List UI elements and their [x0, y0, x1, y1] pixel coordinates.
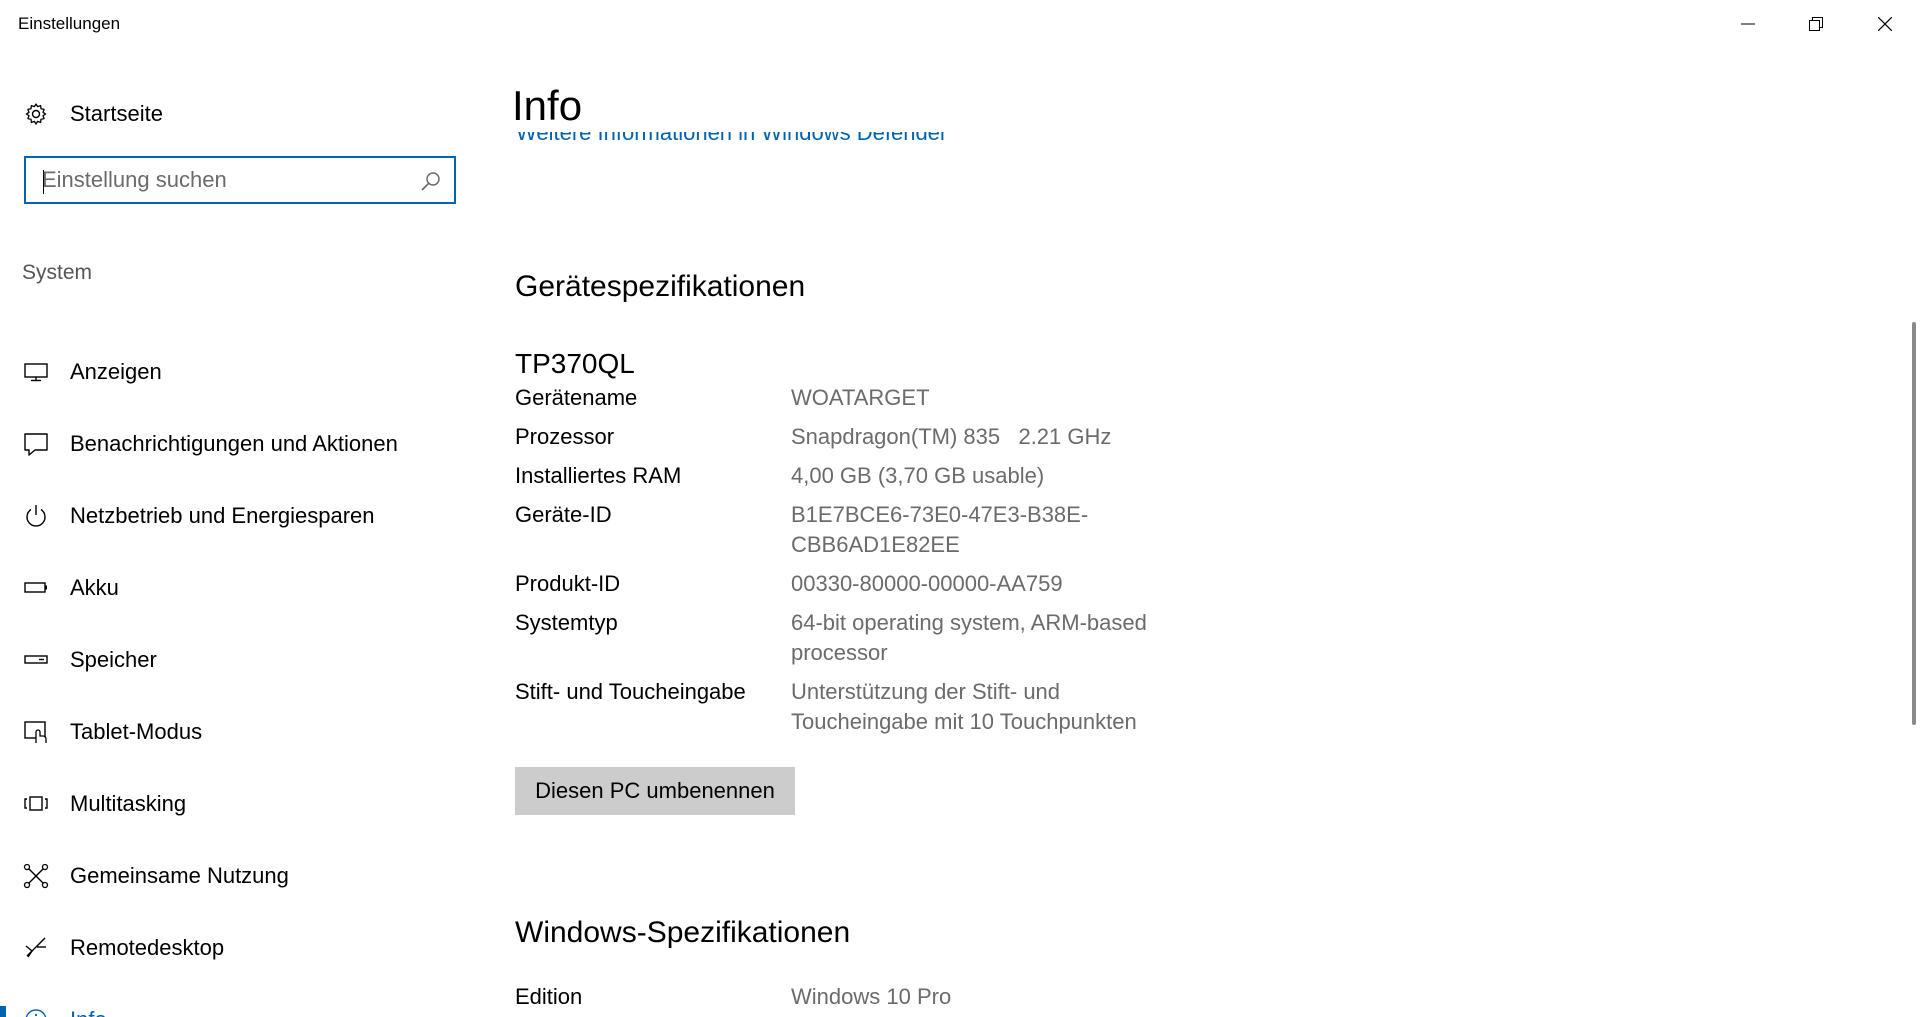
- active-indicator: [0, 1006, 6, 1017]
- sidebar-item-netzbetrieb[interactable]: Netzbetrieb und Energiesparen: [0, 480, 475, 552]
- sidebar-item-speicher[interactable]: Speicher: [0, 624, 475, 696]
- spec-value: 00330-80000-00000-AA759: [791, 571, 1063, 596]
- sidebar-item-label: Gemeinsame Nutzung: [70, 863, 289, 888]
- section-label-system: System: [22, 261, 93, 284]
- sidebar-item-anzeigen[interactable]: Anzeigen: [0, 336, 475, 408]
- search-icon[interactable]: [420, 170, 442, 192]
- scrollbar[interactable]: [1912, 322, 1916, 725]
- sidebar: Startseite System Anzeigen Benachrichtig…: [0, 48, 475, 1017]
- sidebar-item-gemeinsame-nutzung[interactable]: Gemeinsame Nutzung: [0, 840, 475, 912]
- window-title: Einstellungen: [18, 14, 121, 33]
- text-caret: [43, 170, 44, 194]
- notification-icon: [22, 430, 50, 458]
- gear-icon: [22, 100, 50, 128]
- restore-icon: [1809, 17, 1823, 31]
- minimize-icon: [1741, 23, 1755, 25]
- sidebar-item-label: Remotedesktop: [70, 935, 225, 960]
- storage-icon: [22, 646, 50, 674]
- spec-value: Windows 10 Pro: [791, 984, 952, 1009]
- device-model: TP370QL: [515, 348, 635, 379]
- spec-row: Stift- und Toucheingabe Unterstützung de…: [515, 677, 1215, 737]
- spec-row: Edition Windows 10 Pro: [515, 982, 1215, 1012]
- spec-value: Snapdragon(TM) 835 2.21 GHz: [791, 424, 1112, 449]
- main-content: Info Weitere Informationen in Windows De…: [510, 48, 1890, 1017]
- sidebar-item-label: Speicher: [70, 647, 157, 672]
- spec-row: Prozessor Snapdragon(TM) 835 2.21 GHz: [515, 422, 1215, 452]
- spec-key: Prozessor: [515, 424, 615, 449]
- spec-row: Systemtyp 64-bit operating system, ARM-b…: [515, 608, 1215, 668]
- spec-key: Gerätename: [515, 385, 638, 410]
- spec-key: Systemtyp: [515, 610, 618, 635]
- spec-key: Geräte-ID: [515, 502, 612, 527]
- monitor-icon: [22, 358, 50, 386]
- sidebar-item-label: Anzeigen: [70, 359, 162, 384]
- sidebar-item-label: Akku: [70, 575, 119, 600]
- sidebar-item-akku[interactable]: Akku: [0, 552, 475, 624]
- spec-key: Stift- und Toucheingabe: [515, 679, 746, 704]
- info-icon: [22, 1006, 50, 1017]
- defender-link[interactable]: Weitere Informationen in Windows Defende…: [516, 132, 947, 146]
- defender-link-container: Weitere Informationen in Windows Defende…: [516, 132, 1116, 154]
- search-box[interactable]: [24, 156, 456, 204]
- spec-key: Produkt-ID: [515, 571, 621, 596]
- spec-value: 64-bit operating system, ARM-based proce…: [791, 610, 1147, 665]
- title-bar: Einstellungen: [0, 0, 1920, 48]
- home-link[interactable]: Startseite: [22, 94, 163, 134]
- windows-specs-heading: Windows-Spezifikationen: [515, 916, 851, 949]
- rename-pc-button[interactable]: Diesen PC umbenennen: [515, 767, 795, 815]
- power-icon: [22, 502, 50, 530]
- spec-key: Installiertes RAM: [515, 463, 682, 488]
- home-label: Startseite: [70, 101, 163, 126]
- sidebar-item-multitasking[interactable]: Multitasking: [0, 768, 475, 840]
- device-specs-heading: Gerätespezifikationen: [515, 270, 806, 303]
- spec-row: Produkt-ID 00330-80000-00000-AA759: [515, 569, 1215, 599]
- device-specs-table: Gerätename WOATARGET Prozessor Snapdrago…: [515, 383, 1215, 746]
- search-input[interactable]: [42, 166, 412, 194]
- windows-specs-table: Edition Windows 10 Pro: [515, 982, 1215, 1017]
- sidebar-item-tablet-modus[interactable]: Tablet-Modus: [0, 696, 475, 768]
- spec-row: Installiertes RAM 4,00 GB (3,70 GB usabl…: [515, 461, 1215, 491]
- close-button[interactable]: [1851, 0, 1919, 48]
- spec-value: B1E7BCE6-73E0-47E3-B38E-CBB6AD1E82EE: [791, 502, 1089, 557]
- spec-row: Gerätename WOATARGET: [515, 383, 1215, 413]
- tablet-mode-icon: [22, 718, 50, 746]
- remote-desktop-icon: [22, 934, 50, 962]
- sidebar-item-label: Netzbetrieb und Energiesparen: [70, 503, 375, 528]
- spec-value: WOATARGET: [791, 385, 930, 410]
- close-icon: [1878, 17, 1892, 31]
- multitasking-icon: [22, 790, 50, 818]
- sidebar-item-label: Tablet-Modus: [70, 719, 203, 744]
- settings-window: Einstellungen Startseite System: [0, 0, 1920, 1017]
- sidebar-item-label: Info: [70, 1007, 107, 1017]
- spec-value: Unterstützung der Stift- und Toucheingab…: [791, 679, 1137, 734]
- battery-icon: [22, 574, 50, 602]
- nav-list: Anzeigen Benachrichtigungen und Aktionen…: [0, 336, 475, 1017]
- restore-button[interactable]: [1782, 0, 1850, 48]
- shared-experiences-icon: [22, 862, 50, 890]
- sidebar-item-benachrichtigungen[interactable]: Benachrichtigungen und Aktionen: [0, 408, 475, 480]
- sidebar-item-remotedesktop[interactable]: Remotedesktop: [0, 912, 475, 984]
- spec-row: Geräte-ID B1E7BCE6-73E0-47E3-B38E-CBB6AD…: [515, 500, 1215, 560]
- spec-value: 4,00 GB (3,70 GB usable): [791, 463, 1045, 488]
- page-title: Info: [512, 82, 583, 129]
- spec-key: Edition: [515, 984, 583, 1009]
- minimize-button[interactable]: [1714, 0, 1782, 48]
- sidebar-item-label: Benachrichtigungen und Aktionen: [70, 431, 398, 456]
- sidebar-item-info[interactable]: Info: [0, 984, 475, 1017]
- sidebar-item-label: Multitasking: [70, 791, 187, 816]
